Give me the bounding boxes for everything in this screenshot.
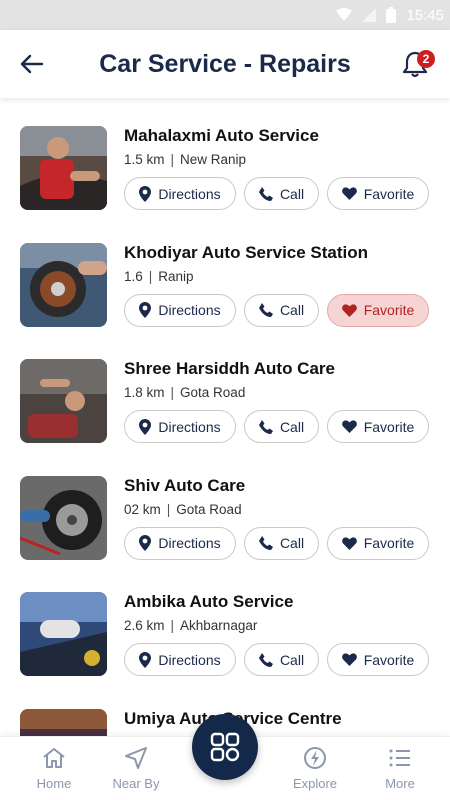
- directions-button[interactable]: Directions: [124, 410, 236, 443]
- heart-icon: [341, 303, 357, 317]
- phone-icon: [258, 186, 273, 201]
- notification-badge: 2: [417, 50, 435, 68]
- list-item[interactable]: Shree Harsiddh Auto Care 1.8 km | Gota Roa…: [0, 331, 450, 448]
- directions-label: Directions: [158, 418, 221, 435]
- service-name: Shree Harsiddh Auto Care: [124, 359, 335, 378]
- service-meta: 2.6 km | Akhbarnagar: [124, 618, 258, 633]
- favorite-button[interactable]: Favorite: [327, 643, 429, 676]
- service-location: Akhbarnagar: [180, 618, 258, 633]
- heart-icon: [341, 653, 357, 666]
- directions-button[interactable]: Directions: [124, 526, 236, 560]
- location-pin-icon: [139, 651, 152, 668]
- call-button[interactable]: Call: [244, 526, 319, 560]
- nav-more-label: More: [385, 776, 415, 791]
- call-label: Call: [279, 302, 305, 318]
- favorite-button[interactable]: Favorite: [327, 526, 429, 560]
- service-name: Shiv Auto Care: [124, 475, 246, 495]
- service-location: Ranip: [158, 268, 194, 284]
- service-location: New Ranip: [180, 152, 247, 167]
- favorite-label: Favorite: [363, 302, 415, 318]
- page-title: Car Service - Repairs: [99, 50, 351, 78]
- favorite-label: Favorite: [363, 185, 415, 202]
- phone-icon: [258, 303, 273, 317]
- service-distance: 1.5 km: [124, 152, 165, 167]
- location-pin-icon: [139, 185, 152, 202]
- favorite-label: Favorite: [363, 651, 415, 668]
- list-item[interactable]: Mahalaxmi Auto Service 1.5 km | New Ranip …: [0, 98, 450, 215]
- app-header: Car Service - Repairs 2: [0, 30, 450, 98]
- heart-icon: [341, 536, 357, 550]
- service-name: Khodiyar Auto Service Station: [124, 242, 369, 262]
- nav-explore-label: Explore: [292, 776, 338, 791]
- home-icon: [43, 748, 65, 768]
- call-label: Call: [279, 185, 305, 202]
- battery-icon: [386, 7, 397, 23]
- call-label: Call: [279, 535, 305, 551]
- directions-label: Directions: [158, 302, 221, 318]
- service-meta: 02 km | Gota Road: [124, 501, 242, 517]
- directions-button[interactable]: Directions: [124, 177, 236, 210]
- list-item[interactable]: Shiv Auto Care 02 km | Gota Road Direction…: [0, 448, 450, 565]
- service-thumbnail: [20, 592, 107, 676]
- phone-icon: [258, 652, 273, 667]
- location-pin-icon: [139, 535, 152, 551]
- signal-icon: [362, 8, 377, 22]
- service-name: Mahalaxmi Auto Service: [124, 126, 319, 145]
- grid-icon: [210, 732, 240, 762]
- heart-icon: [341, 420, 357, 433]
- nav-explore[interactable]: Explore: [275, 747, 355, 791]
- service-thumbnail: [20, 242, 107, 327]
- favorite-button[interactable]: Favorite: [327, 293, 429, 327]
- service-distance: 1.6: [124, 268, 143, 284]
- phone-icon: [258, 419, 273, 434]
- location-pin-icon: [139, 418, 152, 435]
- service-name: Ambika Auto Service: [124, 592, 294, 611]
- status-bar: 15:45: [0, 0, 450, 30]
- service-distance: 1.8 km: [124, 385, 165, 400]
- directions-button[interactable]: Directions: [124, 643, 236, 676]
- nav-home[interactable]: Home: [14, 747, 94, 791]
- call-button[interactable]: Call: [244, 177, 319, 210]
- call-label: Call: [279, 651, 305, 668]
- service-thumbnail: [20, 359, 107, 443]
- nav-nearby-label: Near By: [112, 776, 160, 791]
- directions-label: Directions: [158, 185, 221, 202]
- call-button[interactable]: Call: [244, 643, 319, 676]
- service-meta: 1.8 km | Gota Road: [124, 385, 246, 400]
- compass-bolt-icon: [304, 747, 326, 769]
- favorite-label: Favorite: [363, 418, 415, 435]
- service-meta: 1.6 | Ranip: [124, 268, 194, 284]
- call-button[interactable]: Call: [244, 410, 319, 443]
- service-thumbnail: [20, 126, 107, 210]
- service-distance: 2.6 km: [124, 618, 165, 633]
- nav-home-label: Home: [36, 776, 72, 791]
- service-distance: 02 km: [124, 501, 161, 517]
- location-pin-icon: [139, 302, 152, 318]
- service-thumbnail: [20, 475, 107, 560]
- favorite-button[interactable]: Favorite: [327, 177, 429, 210]
- call-label: Call: [279, 418, 305, 435]
- call-button[interactable]: Call: [244, 293, 319, 327]
- nav-nearby[interactable]: Near By: [96, 747, 176, 791]
- directions-label: Directions: [158, 535, 221, 551]
- nav-more[interactable]: More: [360, 747, 440, 791]
- wifi-icon: [336, 8, 353, 21]
- list-item[interactable]: Ambika Auto Service 2.6 km | Akhbarnagar D…: [0, 564, 450, 681]
- status-time: 15:45: [406, 6, 444, 24]
- directions-button[interactable]: Directions: [124, 293, 236, 327]
- service-location: Gota Road: [180, 385, 246, 400]
- favorite-button[interactable]: Favorite: [327, 410, 429, 443]
- directions-label: Directions: [158, 651, 221, 668]
- list-item[interactable]: Khodiyar Auto Service Station 1.6 | Ranip …: [0, 215, 450, 332]
- menu-list-icon: [389, 749, 410, 767]
- categories-fab-button[interactable]: [192, 714, 258, 780]
- favorite-label: Favorite: [363, 535, 415, 551]
- phone-icon: [258, 536, 273, 550]
- heart-icon: [341, 187, 357, 200]
- service-meta: 1.5 km | New Ranip: [124, 152, 247, 167]
- navigation-arrow-icon: [125, 747, 147, 769]
- service-location: Gota Road: [176, 501, 242, 517]
- service-list: Mahalaxmi Auto Service 1.5 km | New Ranip …: [0, 98, 450, 797]
